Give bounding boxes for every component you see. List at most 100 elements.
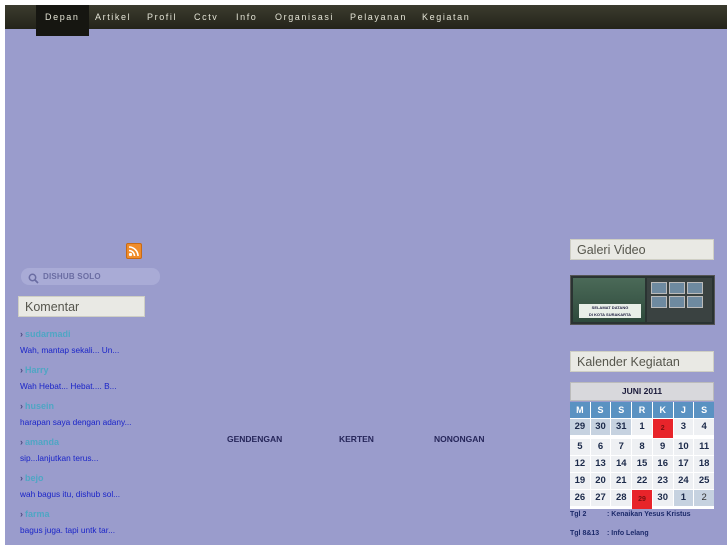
page: Depan Artikel Profil Cctv Info Organisas… bbox=[5, 5, 727, 545]
comment-author[interactable]: › farma bbox=[20, 503, 180, 521]
calendar-day[interactable]: 13 bbox=[590, 456, 611, 472]
calendar-day[interactable]: 26 bbox=[570, 490, 590, 506]
calendar-day[interactable]: 30 bbox=[590, 419, 611, 435]
chevron-right-icon: › bbox=[20, 509, 23, 519]
calendar-day[interactable]: 16 bbox=[652, 456, 673, 472]
calendar-day[interactable]: 29 bbox=[570, 419, 590, 435]
calendar-day[interactable]: 20 bbox=[590, 473, 611, 489]
monitor-screen bbox=[651, 296, 667, 308]
search-icon bbox=[28, 271, 39, 289]
calendar-day[interactable]: 30 bbox=[652, 490, 673, 506]
comment-author-name[interactable]: husein bbox=[25, 401, 54, 411]
calendar-day[interactable]: 31 bbox=[611, 419, 632, 435]
calendar-weekday: K bbox=[652, 402, 673, 418]
comment-author-name[interactable]: Harry bbox=[25, 365, 49, 375]
calendar-weekday: R bbox=[632, 402, 652, 418]
calendar-day[interactable]: 18 bbox=[694, 456, 714, 472]
nav-item-pelayanan[interactable]: Pelayanan bbox=[350, 5, 407, 29]
calendar-day[interactable]: 28 bbox=[611, 490, 632, 506]
comment-author[interactable]: › amanda bbox=[20, 431, 180, 449]
event-item[interactable]: Tgl 8&13 : Info Lelang bbox=[570, 524, 720, 543]
comment-author-name[interactable]: amanda bbox=[25, 437, 59, 447]
calendar-day-event[interactable]: 2 bbox=[652, 419, 673, 438]
search-placeholder: DISHUB SOLO bbox=[43, 272, 101, 281]
comments-title: Komentar bbox=[18, 296, 145, 317]
welcome-sign-line1: SELAMAT DATANG bbox=[591, 305, 629, 310]
welcome-sign-line2: DI KOTA SURAKARTA bbox=[588, 312, 632, 317]
calendar-day[interactable]: 5 bbox=[570, 439, 590, 455]
nav-item-organisasi[interactable]: Organisasi bbox=[275, 5, 334, 29]
calendar-day[interactable]: 12 bbox=[570, 456, 590, 472]
calendar-day[interactable]: 2 bbox=[694, 490, 714, 506]
comment-author-name[interactable]: sudarmadi bbox=[25, 329, 71, 339]
calendar-day[interactable]: 25 bbox=[694, 473, 714, 489]
monitor-screen bbox=[687, 296, 703, 308]
video-thumbnail[interactable]: SELAMAT DATANG DI KOTA SURAKARTA bbox=[570, 275, 715, 325]
comment-author-name[interactable]: bejo bbox=[25, 473, 44, 483]
main-navigation: Depan Artikel Profil Cctv Info Organisas… bbox=[5, 5, 727, 36]
event-calendar: JUNI 2011 M S S R K J S 29 30 31 1 2 3 4… bbox=[570, 382, 714, 509]
event-date: Tgl 2 bbox=[570, 511, 587, 518]
event-label: : Info Lelang bbox=[607, 530, 649, 537]
search-input[interactable]: DISHUB SOLO bbox=[21, 268, 160, 285]
calendar-weekday: S bbox=[590, 402, 611, 418]
calendar-day[interactable]: 8 bbox=[632, 439, 652, 455]
calendar-day[interactable]: 10 bbox=[673, 439, 694, 455]
calendar-day[interactable]: 22 bbox=[632, 473, 652, 489]
link-gendengan[interactable]: GENDENGAN bbox=[227, 434, 282, 444]
comment-excerpt[interactable]: wah bagus itu, dishub sol... bbox=[20, 485, 180, 503]
calendar-day[interactable]: 14 bbox=[611, 456, 632, 472]
chevron-right-icon: › bbox=[20, 401, 23, 411]
calendar-day[interactable]: 23 bbox=[652, 473, 673, 489]
comment-excerpt[interactable]: harapan saya dengan adany... bbox=[20, 413, 180, 431]
calendar-title: Kalender Kegiatan bbox=[570, 351, 714, 372]
calendar-weekday: M bbox=[570, 402, 590, 418]
event-list: Tgl 2 : Kenaikan Yesus Kristus Tgl 8&13 : … bbox=[570, 505, 720, 543]
nav-item-kegiatan[interactable]: Kegiatan bbox=[422, 5, 470, 29]
comment-author[interactable]: › Harry bbox=[20, 359, 180, 377]
calendar-day[interactable]: 1 bbox=[673, 490, 694, 506]
nav-item-artikel[interactable]: Artikel bbox=[95, 5, 131, 29]
event-item[interactable]: Tgl 2 : Kenaikan Yesus Kristus bbox=[570, 505, 720, 524]
comment-excerpt[interactable]: sip...lanjutkan terus... bbox=[20, 449, 180, 467]
calendar-day[interactable]: 6 bbox=[590, 439, 611, 455]
rss-icon[interactable] bbox=[126, 243, 142, 259]
calendar-day[interactable]: 11 bbox=[694, 439, 714, 455]
calendar-day[interactable]: 21 bbox=[611, 473, 632, 489]
nav-item-depan[interactable]: Depan bbox=[36, 5, 89, 36]
video-thumbnail-right bbox=[647, 278, 712, 322]
calendar-grid: M S S R K J S 29 30 31 1 2 3 4 5 6 7 8 9… bbox=[570, 402, 714, 509]
comment-excerpt[interactable]: Wah, mantap sekali... Un... bbox=[20, 341, 180, 359]
comments-list: › sudarmadi Wah, mantap sekali... Un... ›… bbox=[20, 323, 180, 539]
calendar-weekday: J bbox=[673, 402, 694, 418]
calendar-day[interactable]: 19 bbox=[570, 473, 590, 489]
nav-item-cctv[interactable]: Cctv bbox=[194, 5, 218, 29]
calendar-weekday: S bbox=[694, 402, 714, 418]
nav-item-profil[interactable]: Profil bbox=[147, 5, 177, 29]
calendar-day[interactable]: 1 bbox=[632, 419, 652, 435]
calendar-day[interactable]: 4 bbox=[694, 419, 714, 435]
monitor-screen bbox=[687, 282, 703, 294]
calendar-day[interactable]: 9 bbox=[652, 439, 673, 455]
video-gallery-title: Galeri Video bbox=[570, 239, 714, 260]
link-nonongan[interactable]: NONONGAN bbox=[434, 434, 485, 444]
comment-author-name[interactable]: farma bbox=[25, 509, 50, 519]
comment-author[interactable]: › bejo bbox=[20, 467, 180, 485]
monitor-screen bbox=[651, 282, 667, 294]
chevron-right-icon: › bbox=[20, 365, 23, 375]
event-label: : Kenaikan Yesus Kristus bbox=[607, 511, 691, 518]
calendar-day[interactable]: 27 bbox=[590, 490, 611, 506]
calendar-day[interactable]: 15 bbox=[632, 456, 652, 472]
comment-author[interactable]: › sudarmadi bbox=[20, 323, 180, 341]
comment-excerpt[interactable]: bagus juga. tapi untk tar... bbox=[20, 521, 180, 539]
nav-item-info[interactable]: Info bbox=[236, 5, 257, 29]
comment-excerpt[interactable]: Wah Hebat... Hebat.... B... bbox=[20, 377, 180, 395]
comment-author[interactable]: › husein bbox=[20, 395, 180, 413]
calendar-day[interactable]: 7 bbox=[611, 439, 632, 455]
calendar-day[interactable]: 17 bbox=[673, 456, 694, 472]
chevron-right-icon: › bbox=[20, 437, 23, 447]
calendar-day[interactable]: 24 bbox=[673, 473, 694, 489]
event-date: Tgl 8&13 bbox=[570, 530, 600, 537]
calendar-day[interactable]: 3 bbox=[673, 419, 694, 435]
link-kerten[interactable]: KERTEN bbox=[339, 434, 374, 444]
